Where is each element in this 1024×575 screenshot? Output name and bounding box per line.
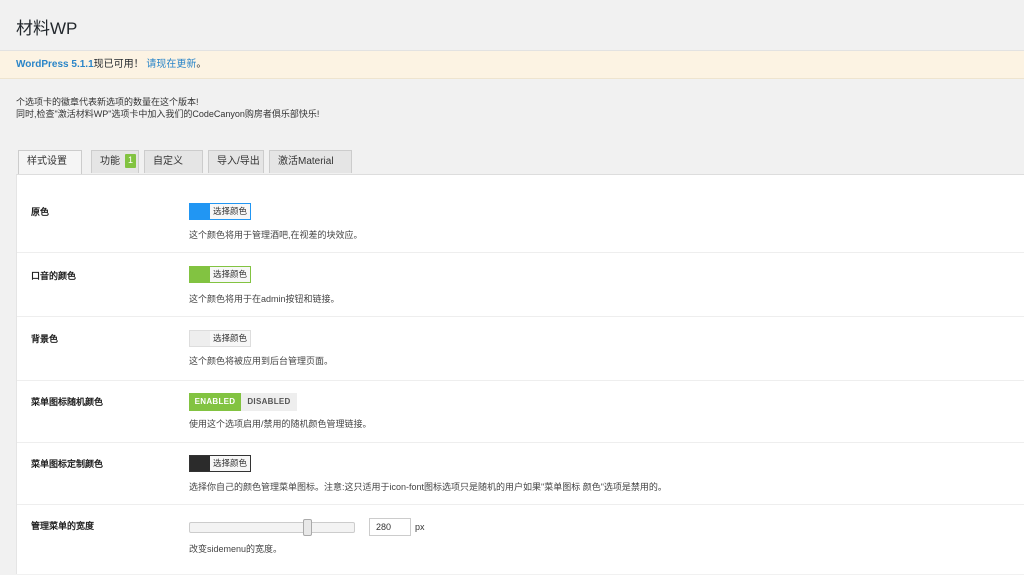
width-unit: px (415, 522, 425, 532)
setting-description: 这个颜色将用于管理酒吧,在视差的块效应。 (189, 230, 363, 240)
setting-background-color: 背景色 选择颜色 这个颜色将被应用到后台管理页面。 (17, 317, 1024, 381)
notice-end: 。 (196, 59, 207, 70)
setting-menu-width: 管理菜单的宽度 px 改变sidemenu的宽度。 (17, 505, 1024, 575)
tab-label: 样式设置 (27, 156, 67, 167)
accent-color-picker-button[interactable]: 选择颜色 (189, 266, 251, 283)
setting-label: 口音的颜色 (31, 271, 77, 281)
setting-description: 选择你自己的颜色管理菜单图标。注意:这只适用于icon-font图标选项只是随机… (189, 482, 667, 492)
menu-width-input[interactable] (369, 518, 411, 536)
setting-description: 改变sidemenu的宽度。 (189, 544, 283, 554)
picker-label: 选择颜色 (212, 206, 247, 216)
primary-color-picker-button[interactable]: 选择颜色 (189, 203, 251, 220)
intro-text: 个选项卡的徽章代表新选项的数量在这个版本! 同时,检查"激活材料WP"选项卡中加… (16, 96, 319, 120)
picker-label: 选择颜色 (212, 458, 247, 468)
tab-import-export[interactable]: 导入/导出 (208, 150, 264, 173)
setting-primary-color: 原色 选择颜色 这个颜色将用于管理酒吧,在视差的块效应。 (17, 175, 1024, 253)
background-color-picker-button[interactable]: 选择颜色 (189, 330, 251, 347)
picker-label: 选择颜色 (212, 269, 247, 279)
intro-line-1: 个选项卡的徽章代表新选项的数量在这个版本! (16, 97, 199, 107)
setting-label: 管理菜单的宽度 (31, 521, 95, 531)
tab-label: 导入/导出 (217, 156, 260, 167)
setting-label: 菜单图标定制颜色 (31, 459, 104, 469)
update-now-link[interactable]: 请现在更新 (146, 59, 196, 70)
setting-accent-color: 口音的颜色 选择颜色 这个颜色将用于在admin按钮和链接。 (17, 253, 1024, 317)
color-swatch (190, 331, 210, 346)
tab-custom-css[interactable]: 自定义CSS (144, 150, 203, 189)
slider-handle[interactable] (303, 519, 312, 536)
color-swatch (190, 267, 210, 282)
custom-icon-color-picker-button[interactable]: 选择颜色 (189, 455, 251, 472)
tab-activate-material-wp[interactable]: 激活Material WP (269, 150, 352, 189)
disabled-option[interactable]: DISABLED (241, 393, 297, 411)
setting-description: 使用这个选项启用/禁用的随机颜色管理链接。 (189, 419, 372, 429)
setting-random-icon-color: 菜单图标随机颜色 ENABLED DISABLED 使用这个选项启用/禁用的随机… (17, 381, 1024, 443)
page-title: 材料WP (16, 19, 78, 38)
enabled-option[interactable]: ENABLED (189, 393, 241, 411)
setting-description: 这个颜色将用于在admin按钮和链接。 (189, 294, 340, 304)
setting-description: 这个颜色将被应用到后台管理页面。 (189, 356, 334, 366)
intro-line-2: 同时,检查"激活材料WP"选项卡中加入我们的CodeCanyon购房者俱乐部快乐… (16, 109, 320, 119)
picker-label: 选择颜色 (212, 333, 247, 343)
setting-label: 背景色 (31, 334, 59, 344)
color-swatch (190, 204, 210, 219)
menu-width-slider[interactable] (189, 519, 355, 536)
settings-panel: 原色 选择颜色 这个颜色将用于管理酒吧,在视差的块效应。 口音的颜色 选择颜色 … (16, 174, 1024, 574)
setting-custom-icon-color: 菜单图标定制颜色 选择颜色 选择你自己的颜色管理菜单图标。注意:这只适用于ico… (17, 443, 1024, 505)
tab-features[interactable]: 功能 1 (91, 150, 139, 173)
setting-label: 原色 (31, 207, 50, 217)
new-options-badge: 1 (125, 154, 137, 168)
notice-text: 现已可用！ (93, 59, 144, 70)
setting-label: 菜单图标随机颜色 (31, 397, 104, 407)
tab-style-settings[interactable]: 样式设置1 (18, 150, 82, 190)
color-swatch (190, 456, 210, 471)
update-notice: WordPress 5.1.1现已可用！ 请现在更新。 (0, 51, 1024, 79)
tab-label: 功能 (100, 156, 120, 167)
wordpress-version-link[interactable]: WordPress 5.1.1 (16, 59, 94, 70)
